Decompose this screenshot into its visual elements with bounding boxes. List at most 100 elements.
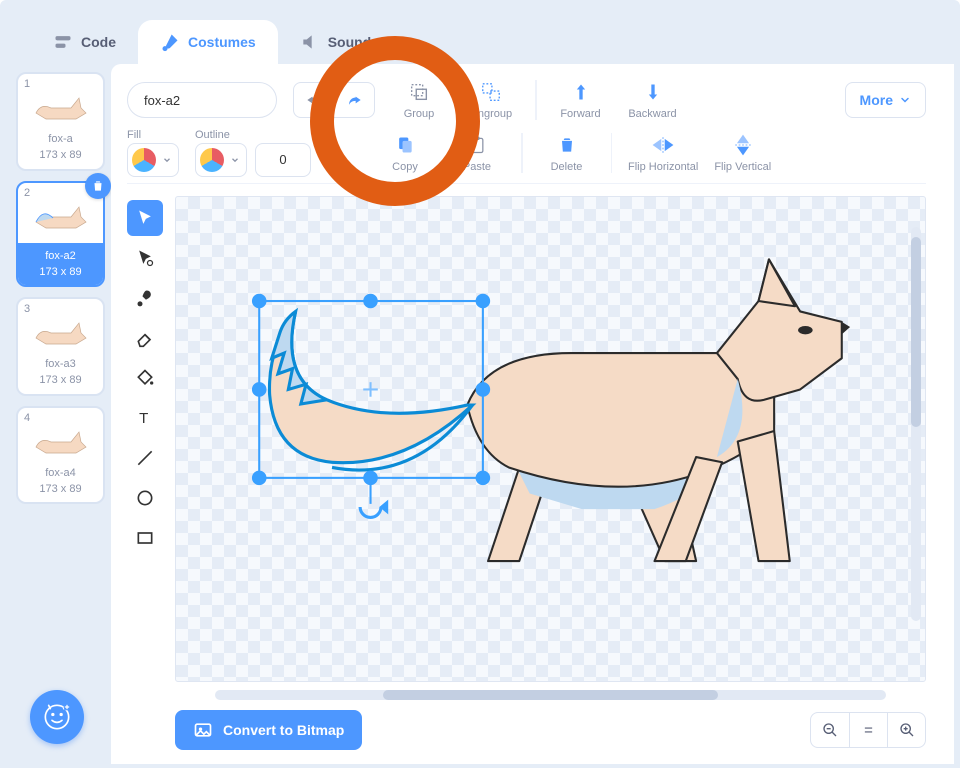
more-label: More — [860, 92, 893, 108]
circle-tool[interactable] — [127, 480, 163, 516]
copy-icon — [395, 133, 415, 157]
costume-preview — [22, 86, 99, 130]
code-icon — [53, 32, 73, 52]
zoom-in-icon — [899, 722, 915, 738]
group-icon — [408, 80, 430, 104]
toolbar-row-1: Group Ungroup Forward Backward Mor — [127, 78, 926, 122]
text-tool[interactable]: T — [127, 400, 163, 436]
rectangle-tool[interactable] — [127, 520, 163, 556]
costume-thumb[interactable]: 3 fox-a3 173 x 89 — [16, 297, 105, 396]
costume-preview — [22, 195, 99, 239]
zoom-reset-button[interactable]: = — [849, 713, 887, 747]
canvas-artwork — [176, 197, 925, 644]
reshape-tool[interactable] — [127, 240, 163, 276]
flip-vertical-icon — [733, 133, 753, 157]
ungroup-icon — [480, 80, 502, 104]
copy-button[interactable]: Copy — [377, 126, 433, 180]
forward-icon — [571, 80, 591, 104]
costume-list: 1 fox-a 173 x 89 2 fox-a2 173 x 89 — [6, 64, 111, 764]
editor-tabs: Code Costumes Sounds — [31, 20, 954, 64]
paste-label: Paste — [463, 161, 491, 173]
tab-code[interactable]: Code — [31, 20, 138, 64]
costume-number: 3 — [24, 303, 30, 315]
flip-horizontal-button[interactable]: Flip Horizontal — [628, 126, 698, 180]
flip-vertical-button[interactable]: Flip Vertical — [714, 126, 771, 180]
redo-button[interactable] — [334, 83, 374, 117]
divider — [521, 133, 523, 173]
tab-sounds-label: Sounds — [328, 34, 379, 50]
costume-name-label: fox-a2 — [18, 249, 103, 263]
workspace: 1 fox-a 173 x 89 2 fox-a2 173 x 89 — [6, 64, 954, 764]
divider — [611, 133, 613, 173]
divider — [535, 80, 537, 120]
backward-icon — [643, 80, 663, 104]
costume-dims-label: 173 x 89 — [22, 482, 99, 496]
backward-label: Backward — [628, 108, 676, 120]
costume-thumb[interactable]: 1 fox-a 173 x 89 — [16, 72, 105, 171]
costume-thumb[interactable]: 4 fox-a4 173 x 89 — [16, 406, 105, 505]
costume-dims-label: 173 x 89 — [18, 265, 103, 279]
ungroup-label: Ungroup — [470, 108, 512, 120]
costume-preview — [22, 311, 99, 355]
costume-dims-label: 173 x 89 — [22, 373, 99, 387]
brush-tool[interactable] — [127, 280, 163, 316]
eraser-tool[interactable] — [127, 320, 163, 356]
line-tool[interactable] — [127, 440, 163, 476]
outline-color-button[interactable] — [195, 143, 247, 177]
fill-label: Fill — [127, 129, 179, 141]
zoom-out-button[interactable] — [811, 713, 849, 747]
delete-costume-button[interactable] — [85, 173, 111, 199]
fill-color-button[interactable] — [127, 143, 179, 177]
chevron-down-icon — [899, 94, 911, 106]
ungroup-button[interactable]: Ungroup — [463, 73, 519, 127]
paint-editor: Group Ungroup Forward Backward Mor — [111, 64, 954, 764]
add-costume-button[interactable] — [30, 690, 84, 744]
tab-costumes[interactable]: Costumes — [138, 20, 278, 64]
convert-label: Convert to Bitmap — [223, 722, 344, 738]
paste-button[interactable]: Paste — [449, 126, 505, 180]
zoom-in-button[interactable] — [887, 713, 925, 747]
fill-swatch-icon — [132, 148, 156, 172]
fill-group: Fill — [127, 129, 179, 177]
undo-button[interactable] — [294, 83, 334, 117]
convert-to-bitmap-button[interactable]: Convert to Bitmap — [175, 710, 362, 750]
canvas-area: T — [127, 196, 926, 750]
costume-number: 2 — [24, 187, 30, 199]
delete-button[interactable]: Delete — [539, 126, 595, 180]
sound-icon — [300, 32, 320, 52]
tab-sounds[interactable]: Sounds — [278, 20, 401, 64]
tab-costumes-label: Costumes — [188, 34, 256, 50]
vertical-scrollbar[interactable] — [911, 227, 921, 621]
copy-label: Copy — [392, 161, 418, 173]
editor-bottom-bar: Convert to Bitmap = — [175, 700, 926, 750]
costume-dims-label: 173 x 89 — [22, 148, 99, 162]
tab-code-label: Code — [81, 34, 116, 50]
chevron-down-icon — [230, 155, 240, 165]
flip-h-label: Flip Horizontal — [628, 161, 698, 173]
delete-label: Delete — [551, 161, 583, 173]
costume-name-input[interactable] — [127, 82, 277, 118]
horizontal-scrollbar[interactable] — [215, 690, 886, 700]
backward-button[interactable]: Backward — [625, 73, 681, 127]
group-button[interactable]: Group — [391, 73, 447, 127]
trash-icon — [557, 133, 577, 157]
drawing-canvas[interactable] — [175, 196, 926, 682]
tool-palette: T — [127, 196, 167, 750]
group-label: Group — [404, 108, 435, 120]
zoom-controls: = — [810, 712, 926, 748]
undo-redo-group — [293, 82, 375, 118]
outline-label: Outline — [195, 129, 311, 141]
canvas-wrap: Convert to Bitmap = — [175, 196, 926, 750]
zoom-out-icon — [822, 722, 838, 738]
outline-width-input[interactable] — [255, 143, 311, 177]
costume-thumb[interactable]: 2 fox-a2 173 x 89 — [16, 181, 105, 288]
fill-tool[interactable] — [127, 360, 163, 396]
forward-button[interactable]: Forward — [553, 73, 609, 127]
costume-number: 1 — [24, 78, 30, 90]
more-button[interactable]: More — [845, 82, 926, 118]
paste-icon — [467, 133, 487, 157]
costume-number: 4 — [24, 412, 30, 424]
select-tool[interactable] — [127, 200, 163, 236]
outline-swatch-icon — [200, 148, 224, 172]
costume-name-label: fox-a3 — [22, 357, 99, 371]
